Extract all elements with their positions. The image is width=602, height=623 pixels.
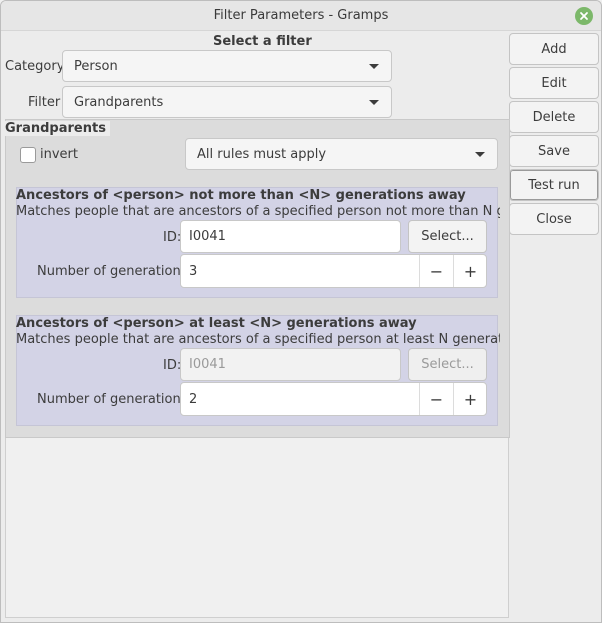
delete-button[interactable]: Delete bbox=[509, 101, 599, 133]
rule-2-description: Matches people that are ancestors of a s… bbox=[16, 332, 500, 347]
rule-2-generations-label: Number of generations: bbox=[37, 392, 192, 407]
add-button[interactable]: Add bbox=[509, 33, 599, 65]
filter-value: Grandparents bbox=[74, 94, 164, 110]
rule-2-title: Ancestors of <person> at least <N> gener… bbox=[16, 316, 417, 331]
rule-1-decrement-button[interactable]: − bbox=[419, 255, 453, 287]
window-close-button[interactable] bbox=[575, 7, 593, 25]
rule-2-decrement-button[interactable]: − bbox=[419, 383, 453, 415]
empty-content-area bbox=[5, 438, 509, 618]
chevron-down-icon bbox=[369, 100, 379, 105]
rule-1-id-label: ID: bbox=[163, 230, 182, 245]
close-icon bbox=[580, 12, 588, 20]
filter-parameters-window: Filter Parameters - Gramps Select a filt… bbox=[0, 0, 602, 623]
rule-1-generations-stepper[interactable]: 3 − + bbox=[180, 254, 487, 288]
category-combo[interactable]: Person bbox=[62, 50, 392, 82]
chevron-down-icon bbox=[369, 64, 379, 69]
edit-button[interactable]: Edit bbox=[509, 67, 599, 99]
group-title: Grandparents bbox=[5, 121, 110, 136]
test-run-button[interactable]: Test run bbox=[509, 169, 599, 201]
rule-2-generations-stepper[interactable]: 2 − + bbox=[180, 382, 487, 416]
rule-1-title: Ancestors of <person> not more than <N> … bbox=[16, 188, 466, 203]
category-label: Category bbox=[5, 59, 65, 74]
category-value: Person bbox=[74, 58, 118, 74]
rule-2-id-label: ID: bbox=[163, 358, 182, 373]
rule-1-generations-label: Number of generations: bbox=[37, 264, 192, 279]
rules-mode-combo[interactable]: All rules must apply bbox=[185, 138, 498, 170]
rule-2-increment-button[interactable]: + bbox=[453, 383, 487, 415]
filter-combo[interactable]: Grandparents bbox=[62, 86, 392, 118]
rule-1-description: Matches people that are ancestors of a s… bbox=[16, 204, 500, 219]
invert-checkbox[interactable] bbox=[20, 147, 36, 163]
filter-label: Filter bbox=[28, 95, 61, 110]
rule-1-id-input[interactable]: I0041 bbox=[180, 220, 401, 253]
rule-1-select-button[interactable]: Select... bbox=[408, 220, 487, 253]
rule-2-generations-value: 2 bbox=[189, 391, 198, 407]
close-button[interactable]: Close bbox=[509, 203, 599, 235]
rules-mode-value: All rules must apply bbox=[197, 146, 327, 162]
rule-1-generations-value: 3 bbox=[189, 263, 198, 279]
rule-2-id-input[interactable]: I0041 bbox=[180, 348, 401, 381]
select-filter-heading: Select a filter bbox=[213, 34, 312, 49]
rule-2-select-button[interactable]: Select... bbox=[408, 348, 487, 381]
window-title: Filter Parameters - Gramps bbox=[213, 8, 389, 23]
chevron-down-icon bbox=[475, 152, 485, 157]
invert-label: invert bbox=[40, 147, 78, 162]
titlebar: Filter Parameters - Gramps bbox=[1, 1, 601, 31]
save-button[interactable]: Save bbox=[509, 135, 599, 167]
rule-1-increment-button[interactable]: + bbox=[453, 255, 487, 287]
